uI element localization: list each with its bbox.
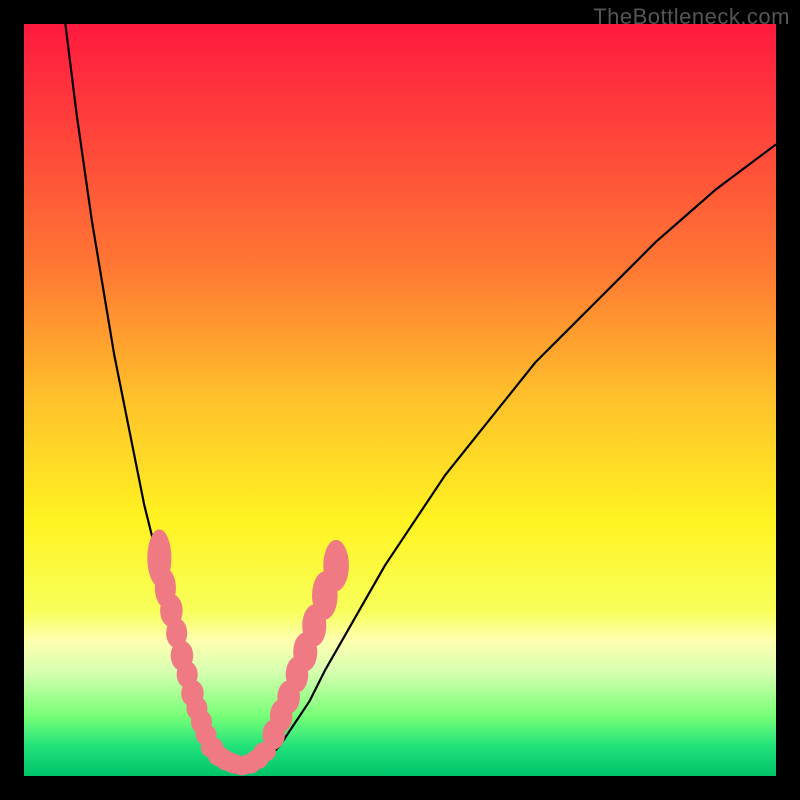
- chart-svg: [24, 24, 776, 776]
- marker-right-arm: [323, 540, 349, 591]
- gradient-background: [24, 24, 776, 776]
- chart-frame: TheBottleneck.com: [0, 0, 800, 800]
- plot-area: [24, 24, 776, 776]
